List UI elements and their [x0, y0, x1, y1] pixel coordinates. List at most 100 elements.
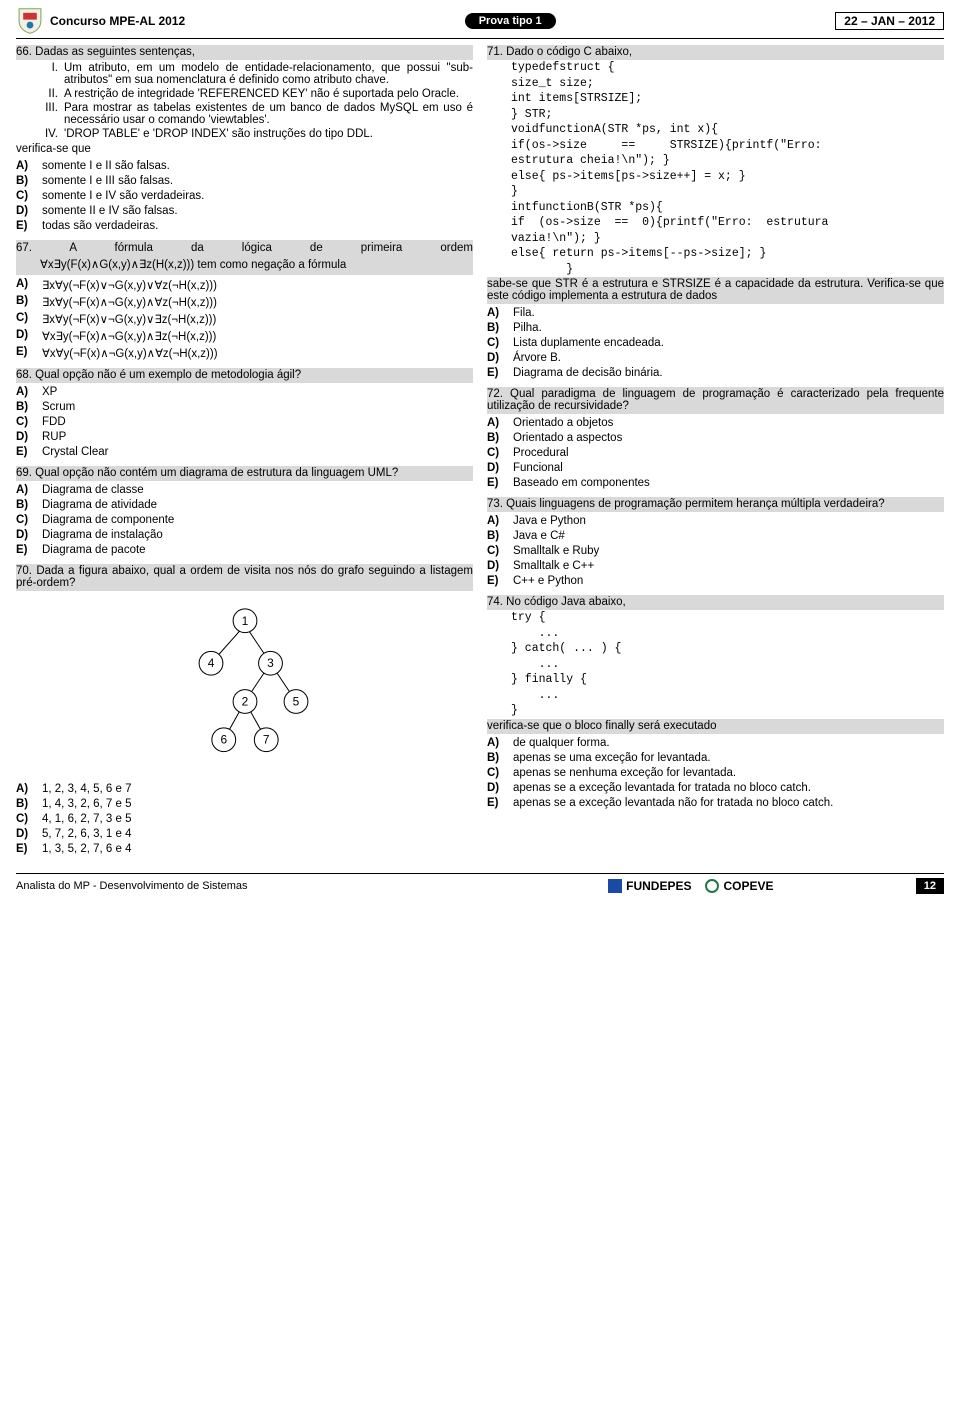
q72-lead: 72. Qual paradigma de linguagem de progr…	[487, 387, 944, 414]
opt-key: D)	[487, 352, 507, 364]
opt-text: somente II e IV são falsas.	[42, 205, 178, 217]
opt-text: apenas se a exceção levantada não for tr…	[513, 797, 833, 809]
opt-key: C)	[487, 337, 507, 349]
tree-node: 6	[220, 733, 227, 747]
copeve-text: COPEVE	[723, 879, 773, 893]
opt-text: Diagrama de instalação	[42, 529, 163, 541]
header-center: Prova tipo 1	[191, 13, 829, 29]
question-71: 71. Dado o código C abaixo, typedefstruc…	[487, 45, 944, 379]
opt-text: 1, 4, 3, 2, 6, 7 e 5	[42, 798, 132, 810]
opt-key: D)	[16, 329, 36, 343]
opt-key: E)	[16, 346, 36, 360]
opt-key: C)	[16, 312, 36, 326]
page-footer: Analista do MP - Desenvolvimento de Sist…	[16, 873, 944, 900]
opt-key: C)	[487, 447, 507, 459]
tree-diagram: 1 4 3 2 5 6 7	[16, 597, 473, 775]
opt-key: B)	[487, 432, 507, 444]
opt-text: Diagrama de decisão binária.	[513, 367, 663, 379]
q71-lead: 71. Dado o código C abaixo,	[487, 45, 944, 60]
roman-key: II.	[40, 88, 58, 100]
opt-text: FDD	[42, 416, 66, 428]
question-69: 69. Qual opção não contém um diagrama de…	[16, 466, 473, 556]
opt-key: C)	[16, 190, 36, 202]
opt-text: Pilha.	[513, 322, 542, 334]
q68-lead: 68. Qual opção não é um exemplo de metod…	[16, 368, 473, 383]
opt-text: de qualquer forma.	[513, 737, 610, 749]
question-70: 70. Dada a figura abaixo, qual a ordem d…	[16, 564, 473, 855]
roman-text: 'DROP TABLE' e 'DROP INDEX' são instruçõ…	[64, 128, 373, 140]
roman-key: III.	[40, 102, 58, 126]
opt-text: ∀x∀y(¬F(x)∧¬G(x,y)∧∀z(¬H(x,z)))	[42, 346, 218, 360]
opt-text: ∃x∀y(¬F(x)∨¬G(x,y)∨∀z(¬H(x,z)))	[42, 278, 217, 292]
tree-node: 1	[241, 614, 248, 628]
opt-text: Orientado a aspectos	[513, 432, 622, 444]
opt-text: RUP	[42, 431, 66, 443]
opt-text: ∃x∀y(¬F(x)∧¬G(x,y)∧∀z(¬H(x,z)))	[42, 295, 217, 309]
roman-text: A restrição de integridade 'REFERENCED K…	[64, 88, 459, 100]
opt-text: apenas se nenhuma exceção for levantada.	[513, 767, 736, 779]
copeve-logo: COPEVE	[705, 879, 773, 893]
header-right: 22 – JAN – 2012	[835, 12, 944, 30]
opt-key: D)	[487, 462, 507, 474]
question-68: 68. Qual opção não é um exemplo de metod…	[16, 368, 473, 458]
right-column: 71. Dado o código C abaixo, typedefstruc…	[487, 45, 944, 863]
opt-key: A)	[16, 484, 36, 496]
q66-verify: verifica-se que	[16, 142, 473, 157]
question-73: 73. Quais linguagens de programação perm…	[487, 497, 944, 587]
opt-text: Scrum	[42, 401, 75, 413]
opt-text: Baseado em componentes	[513, 477, 650, 489]
opt-key: E)	[487, 477, 507, 489]
q74-code: try { ... } catch( ... ) { ... } finally…	[487, 610, 944, 719]
tree-node: 2	[241, 695, 248, 709]
opt-text: Orientado a objetos	[513, 417, 613, 429]
opt-key: B)	[16, 175, 36, 187]
opt-text: Fila.	[513, 307, 535, 319]
opt-key: C)	[16, 514, 36, 526]
opt-text: Smalltalk e Ruby	[513, 545, 599, 557]
opt-key: C)	[487, 545, 507, 557]
opt-key: D)	[487, 782, 507, 794]
opt-text: somente I e II são falsas.	[42, 160, 170, 172]
opt-text: Diagrama de classe	[42, 484, 144, 496]
opt-text: Procedural	[513, 447, 569, 459]
crest-icon	[16, 6, 44, 36]
tree-node: 7	[262, 733, 269, 747]
q71-post: sabe-se que STR é a estrutura e STRSIZE …	[487, 277, 944, 304]
opt-text: Funcional	[513, 462, 563, 474]
opt-text: Java e Python	[513, 515, 586, 527]
opt-text: 5, 7, 2, 6, 3, 1 e 4	[42, 828, 132, 840]
prova-pill: Prova tipo 1	[465, 13, 556, 29]
roman-text: Um atributo, em um modelo de entidade-re…	[64, 62, 473, 86]
tree-node: 4	[207, 656, 214, 670]
opt-text: Árvore B.	[513, 352, 561, 364]
opt-key: E)	[487, 575, 507, 587]
opt-key: C)	[16, 416, 36, 428]
opt-key: E)	[487, 797, 507, 809]
opt-key: A)	[487, 515, 507, 527]
opt-text: Smalltalk e C++	[513, 560, 594, 572]
roman-key: IV.	[40, 128, 58, 140]
opt-key: D)	[16, 205, 36, 217]
q66-lead: 66. Dadas as seguintes sentenças,	[16, 45, 473, 60]
opt-key: C)	[487, 767, 507, 779]
opt-key: E)	[16, 446, 36, 458]
copeve-icon	[705, 879, 719, 893]
opt-key: A)	[16, 278, 36, 292]
opt-key: D)	[487, 560, 507, 572]
opt-key: E)	[487, 367, 507, 379]
opt-key: E)	[16, 220, 36, 232]
opt-text: 4, 1, 6, 2, 7, 3 e 5	[42, 813, 132, 825]
opt-key: A)	[487, 307, 507, 319]
opt-key: A)	[16, 386, 36, 398]
page-header: Concurso MPE-AL 2012 Prova tipo 1 22 – J…	[16, 6, 944, 39]
opt-key: E)	[16, 544, 36, 556]
tree-node: 5	[292, 695, 299, 709]
tree-node: 3	[267, 656, 274, 670]
roman-text: Para mostrar as tabelas existentes de um…	[64, 102, 473, 126]
opt-key: D)	[16, 828, 36, 840]
header-left: Concurso MPE-AL 2012	[50, 14, 185, 28]
opt-key: D)	[16, 431, 36, 443]
page-number: 12	[916, 878, 944, 894]
opt-text: apenas se a exceção levantada for tratad…	[513, 782, 811, 794]
opt-text: Crystal Clear	[42, 446, 108, 458]
